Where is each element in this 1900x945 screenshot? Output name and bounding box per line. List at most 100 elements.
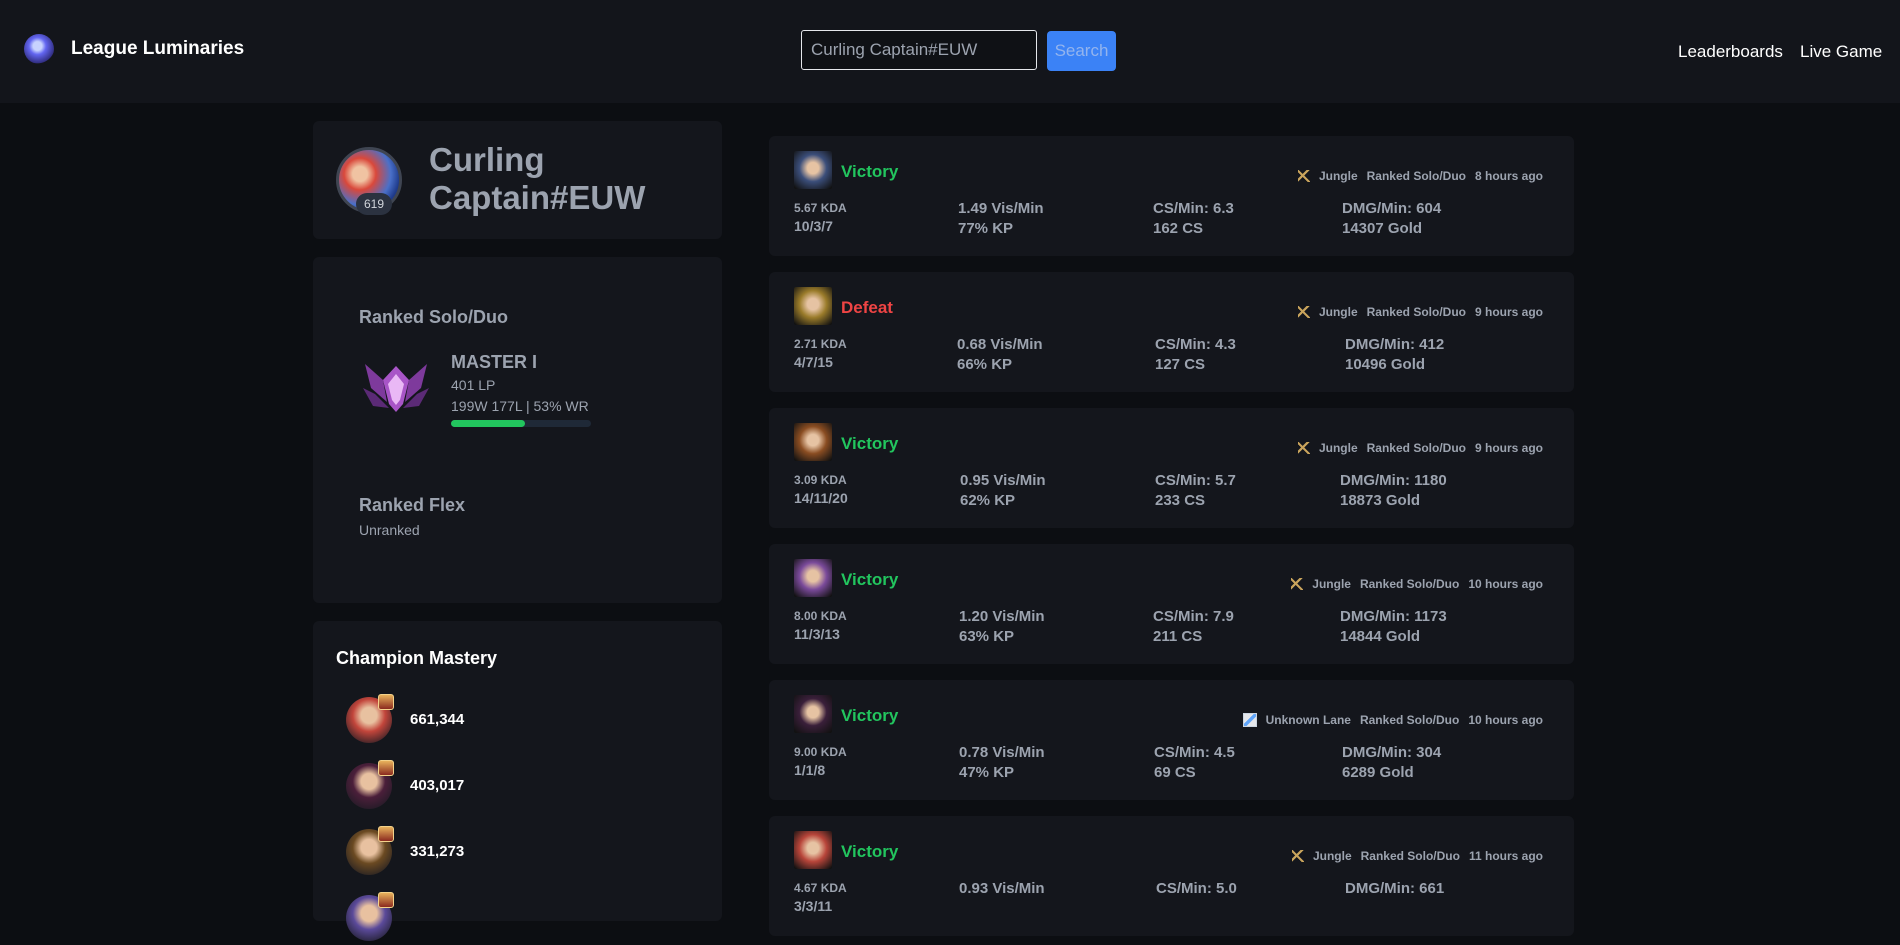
jungle-icon <box>1297 170 1310 182</box>
match-meta: Jungle Ranked Solo/Duo 9 hours ago <box>1297 305 1543 319</box>
vision-per-min: 1.49 Vis/Min <box>958 200 1044 217</box>
top-navigation-bar: League Luminaries Search Leaderboards Li… <box>0 0 1900 103</box>
creep-score: 211 CS <box>1153 628 1203 645</box>
cs-per-min: CS/Min: 6.3 <box>1153 200 1234 217</box>
brand-name[interactable]: League Luminaries <box>71 38 244 60</box>
queue-type: Ranked Solo/Duo <box>1366 169 1466 183</box>
mastery-row[interactable]: 331,273 <box>346 826 646 879</box>
queue-type: Ranked Solo/Duo <box>1366 441 1466 455</box>
match-time: 10 hours ago <box>1468 713 1543 727</box>
match-card[interactable]: Victory 4.67 KDA 3/3/11 0.93 Vis/Min CS/Min:… <box>769 816 1574 936</box>
solo-lp: 401 LP <box>451 377 496 393</box>
summoner-level-badge: 619 <box>356 193 392 215</box>
champion-icon <box>794 151 832 189</box>
champion-icon <box>794 287 832 325</box>
damage-per-min: DMG/Min: 1173 <box>1340 608 1447 625</box>
kda-ratio: 4.67 KDA <box>794 881 847 895</box>
gold-earned: 18873 Gold <box>1340 492 1421 509</box>
lane-label: Jungle <box>1318 169 1358 183</box>
lane-label: Unknown Lane <box>1265 713 1351 727</box>
gold-earned: 6289 Gold <box>1342 764 1414 781</box>
cs-per-min: CS/Min: 5.0 <box>1156 880 1237 897</box>
match-meta: Jungle Ranked Solo/Duo 11 hours ago <box>1291 849 1543 863</box>
champion-mastery-title: Champion Mastery <box>336 648 498 668</box>
flex-status: Unranked <box>359 522 420 538</box>
kda-ratio: 9.00 KDA <box>794 745 847 759</box>
match-result: Defeat <box>841 298 893 317</box>
kda-ratio: 5.67 KDA <box>794 201 847 215</box>
unknown-lane-icon <box>1242 713 1257 727</box>
solo-record: 199W 177L | 53% WR <box>451 398 589 414</box>
logo-icon[interactable] <box>24 34 54 64</box>
summoner-name: Curling Captain#EUW <box>429 141 646 216</box>
creep-score: 162 CS <box>1153 220 1204 237</box>
creep-score: 69 CS <box>1154 764 1196 781</box>
search-button[interactable]: Search <box>1047 31 1116 71</box>
kda-ratio: 2.71 KDA <box>794 337 847 351</box>
creep-score: 127 CS <box>1155 356 1206 373</box>
mastery-row[interactable]: 403,017 <box>346 760 646 813</box>
mastery-crest-icon <box>378 826 394 842</box>
mastery-row[interactable] <box>346 892 646 945</box>
vision-per-min: 0.93 Vis/Min <box>959 880 1045 897</box>
nav-leaderboards-link[interactable]: Leaderboards <box>1678 42 1783 62</box>
kda-score: 10/3/7 <box>794 218 833 234</box>
queue-type: Ranked Solo/Duo <box>1359 577 1460 591</box>
kill-participation: 47% KP <box>959 764 1015 781</box>
summoner-search-input[interactable] <box>801 30 1037 70</box>
profile-card: 619 Curling Captain#EUW <box>313 121 722 239</box>
match-time: 10 hours ago <box>1468 577 1543 591</box>
ranked-solo-title: Ranked Solo/Duo <box>359 307 509 327</box>
match-result: Victory <box>841 570 899 589</box>
match-time: 9 hours ago <box>1474 305 1543 319</box>
match-card[interactable]: Defeat 2.71 KDA 4/7/15 0.68 Vis/Min 66% KP CS… <box>769 272 1574 392</box>
queue-type: Ranked Solo/Duo <box>1360 849 1460 863</box>
damage-per-min: DMG/Min: 604 <box>1342 200 1442 217</box>
match-meta: Jungle Ranked Solo/Duo 9 hours ago <box>1297 441 1543 455</box>
kill-participation: 77% KP <box>958 220 1014 237</box>
lane-label: Jungle <box>1318 441 1358 455</box>
match-card[interactable]: Victory 9.00 KDA 1/1/8 0.78 Vis/Min 47% KP CS… <box>769 680 1574 800</box>
match-card[interactable]: Victory 3.09 KDA 14/11/20 0.95 Vis/Min 62% K… <box>769 408 1574 528</box>
match-time: 8 hours ago <box>1474 169 1543 183</box>
mastery-points: 331,273 <box>410 843 465 860</box>
lane-label: Jungle <box>1312 849 1352 863</box>
queue-type: Ranked Solo/Duo <box>1359 713 1460 727</box>
gold-earned: 10496 Gold <box>1345 356 1426 373</box>
ranked-card: Ranked Solo/Duo MASTER I 401 LP 199W 177… <box>313 257 722 603</box>
kda-ratio: 8.00 KDA <box>794 609 847 623</box>
match-meta: Unknown Lane Ranked Solo/Duo 10 hours ago <box>1242 713 1543 727</box>
jungle-icon <box>1297 306 1310 318</box>
nav-live-game-link[interactable]: Live Game <box>1800 42 1882 62</box>
kill-participation: 66% KP <box>957 356 1013 373</box>
champion-icon <box>794 831 832 869</box>
match-card[interactable]: Victory 5.67 KDA 10/3/7 1.49 Vis/Min 77% KP C… <box>769 136 1574 256</box>
vision-per-min: 0.68 Vis/Min <box>957 336 1043 353</box>
mastery-row[interactable]: 661,344 <box>346 694 646 747</box>
master-tier-emblem-icon <box>363 364 429 412</box>
mastery-points: 403,017 <box>410 777 465 794</box>
match-meta: Jungle Ranked Solo/Duo 8 hours ago <box>1297 169 1543 183</box>
lane-label: Jungle <box>1318 305 1358 319</box>
match-result: Victory <box>841 842 899 861</box>
match-time: 11 hours ago <box>1468 849 1543 863</box>
damage-per-min: DMG/Min: 661 <box>1345 880 1445 897</box>
kda-score: 1/1/8 <box>794 762 826 778</box>
damage-per-min: DMG/Min: 304 <box>1342 744 1442 761</box>
cs-per-min: CS/Min: 4.3 <box>1155 336 1236 353</box>
vision-per-min: 1.20 Vis/Min <box>959 608 1045 625</box>
cs-per-min: CS/Min: 5.7 <box>1155 472 1236 489</box>
vision-per-min: 0.95 Vis/Min <box>960 472 1046 489</box>
jungle-icon <box>1291 578 1304 590</box>
jungle-icon <box>1291 850 1304 862</box>
gold-earned: 14844 Gold <box>1340 628 1421 645</box>
winrate-bar-fill <box>451 420 526 427</box>
kda-score: 14/11/20 <box>794 490 848 506</box>
winrate-bar <box>451 420 591 427</box>
mastery-crest-icon <box>378 760 394 776</box>
kda-score: 4/7/15 <box>794 354 833 370</box>
match-time: 9 hours ago <box>1474 441 1543 455</box>
damage-per-min: DMG/Min: 412 <box>1345 336 1445 353</box>
match-card[interactable]: Victory 8.00 KDA 11/3/13 1.20 Vis/Min 63% KP… <box>769 544 1574 664</box>
gold-earned: 14307 Gold <box>1342 220 1423 237</box>
